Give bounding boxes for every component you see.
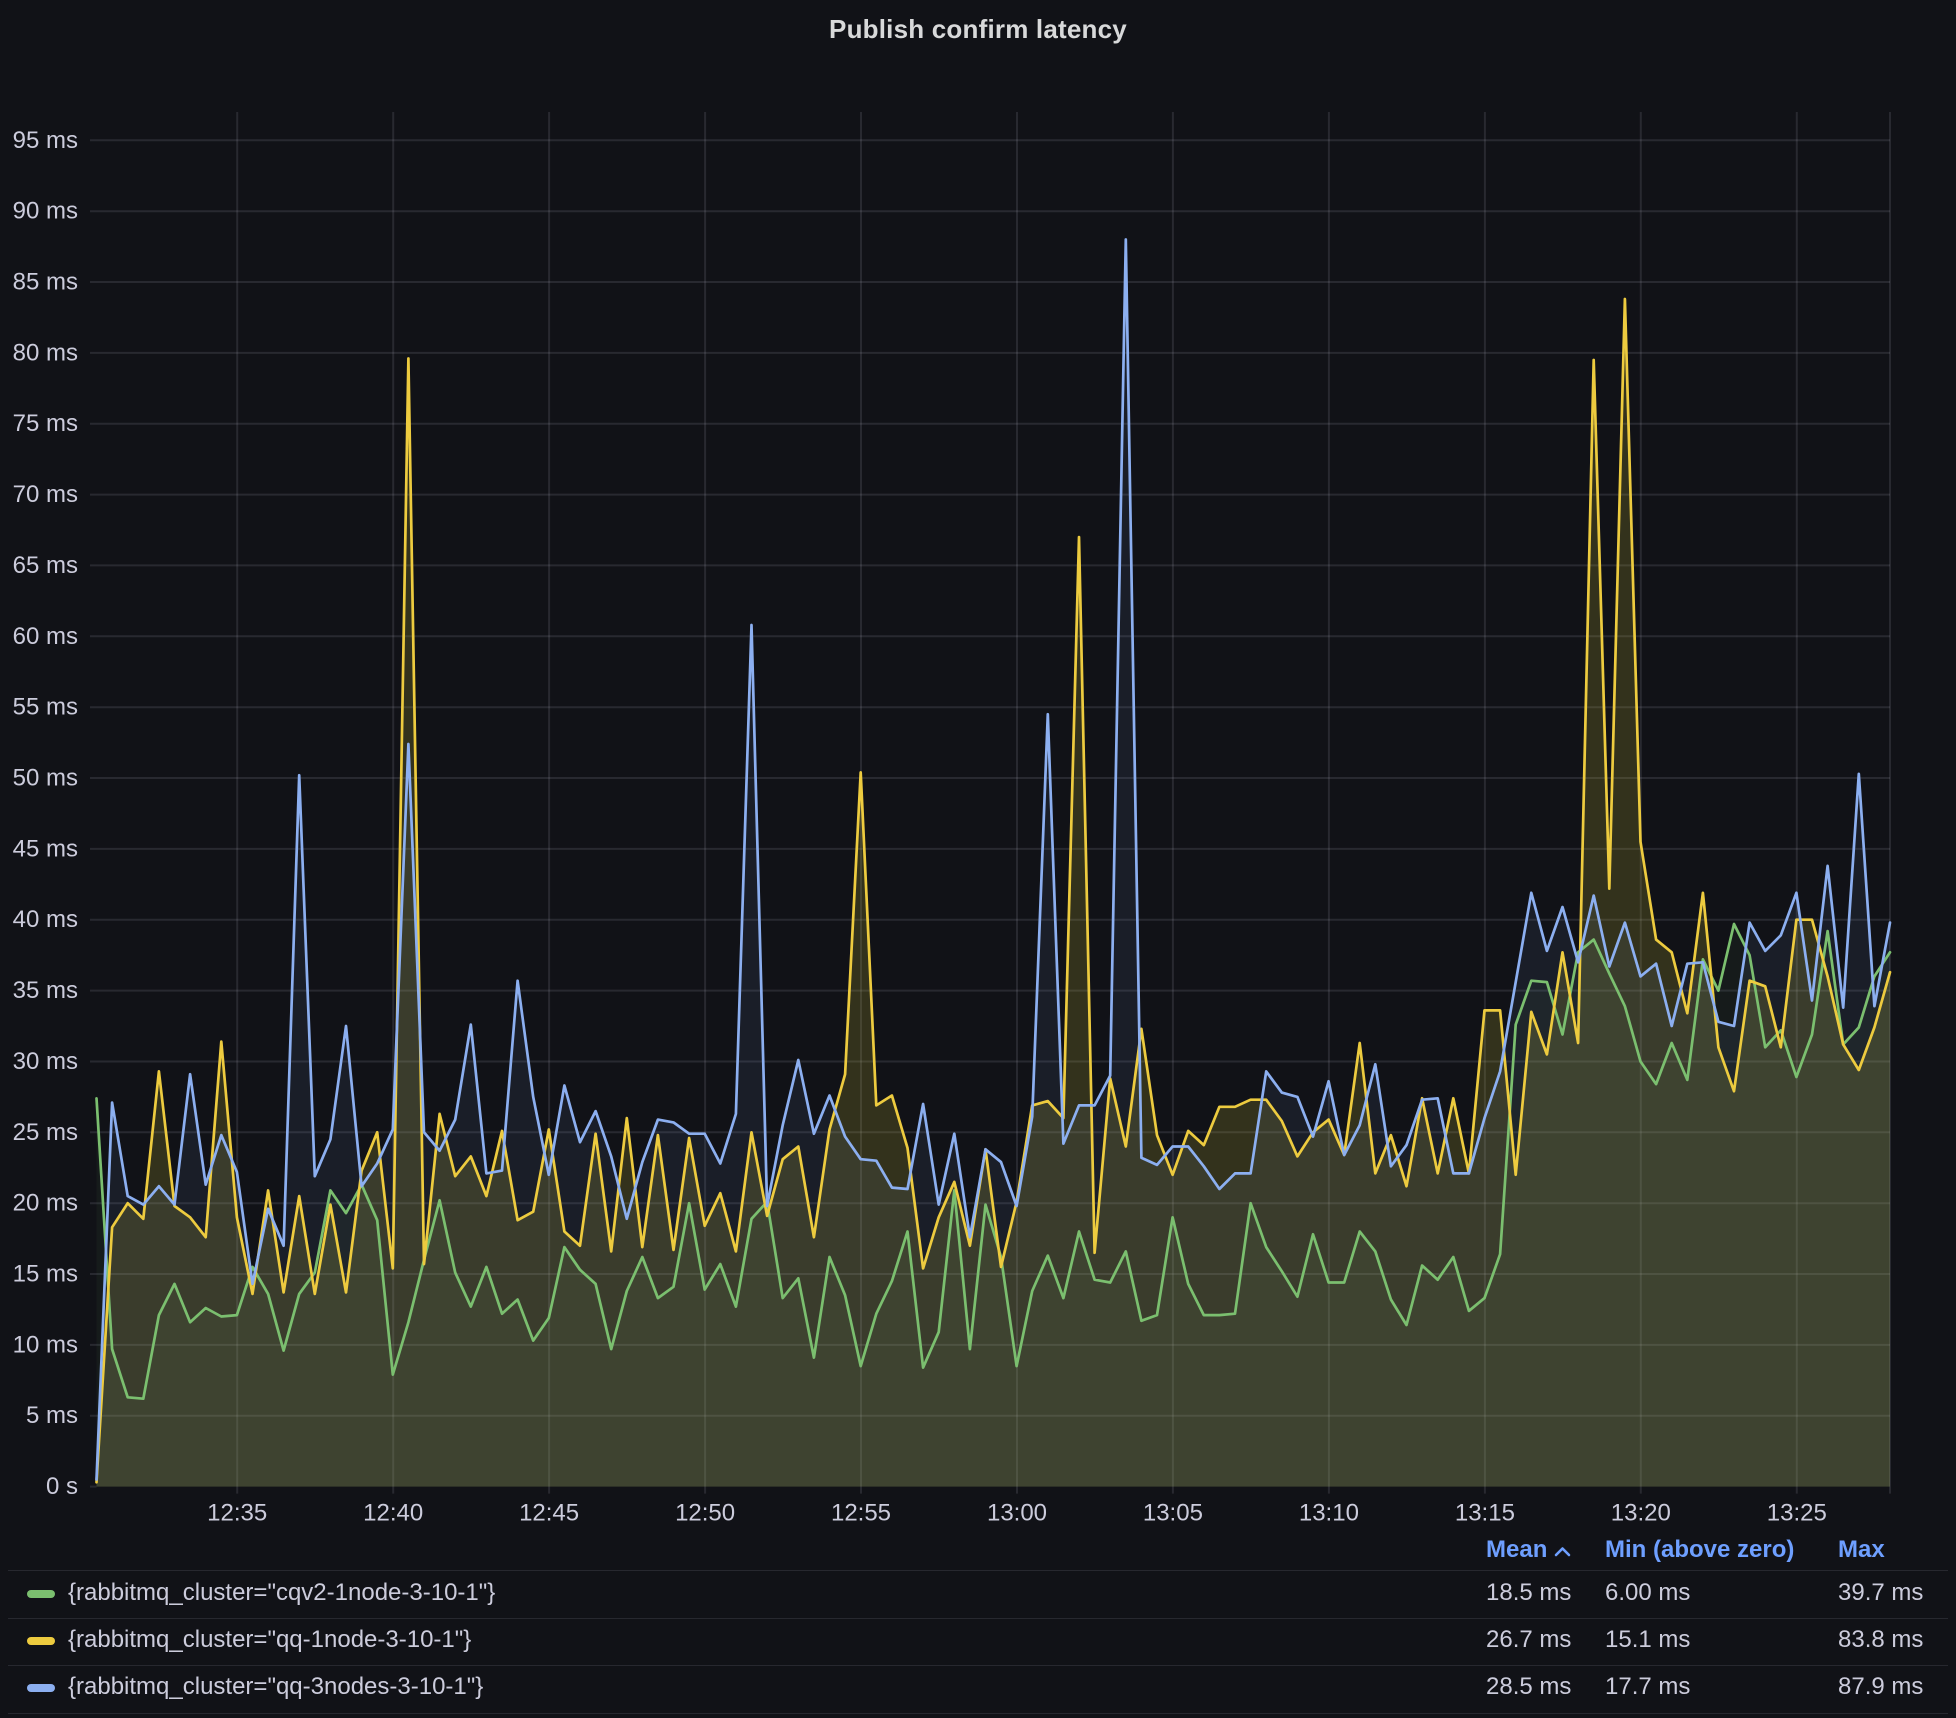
svg-text:70 ms: 70 ms [13,481,78,508]
svg-text:10 ms: 10 ms [13,1331,78,1358]
svg-text:12:45: 12:45 [519,1500,579,1527]
svg-text:75 ms: 75 ms [13,410,78,437]
svg-text:13:05: 13:05 [1143,1500,1203,1527]
svg-text:40 ms: 40 ms [13,906,78,933]
svg-text:95 ms: 95 ms [13,127,78,154]
svg-text:13:00: 13:00 [987,1500,1047,1527]
svg-text:55 ms: 55 ms [13,694,78,721]
svg-text:35 ms: 35 ms [13,977,78,1004]
svg-text:13:25: 13:25 [1767,1500,1827,1527]
svg-text:45 ms: 45 ms [13,835,78,862]
svg-text:12:40: 12:40 [363,1500,423,1527]
svg-text:15 ms: 15 ms [13,1261,78,1288]
svg-text:80 ms: 80 ms [13,339,78,366]
svg-text:65 ms: 65 ms [13,552,78,579]
svg-text:12:35: 12:35 [207,1500,267,1527]
svg-text:90 ms: 90 ms [13,198,78,225]
svg-text:50 ms: 50 ms [13,765,78,792]
svg-text:25 ms: 25 ms [13,1119,78,1146]
svg-text:12:50: 12:50 [675,1500,735,1527]
svg-text:85 ms: 85 ms [13,269,78,296]
svg-text:20 ms: 20 ms [13,1190,78,1217]
svg-text:12:55: 12:55 [831,1500,891,1527]
svg-text:13:10: 13:10 [1299,1500,1359,1527]
svg-text:5 ms: 5 ms [26,1402,78,1429]
svg-text:60 ms: 60 ms [13,623,78,650]
svg-text:30 ms: 30 ms [13,1048,78,1075]
svg-text:13:20: 13:20 [1611,1500,1671,1527]
svg-text:13:15: 13:15 [1455,1500,1515,1527]
svg-text:0 s: 0 s [46,1473,78,1500]
